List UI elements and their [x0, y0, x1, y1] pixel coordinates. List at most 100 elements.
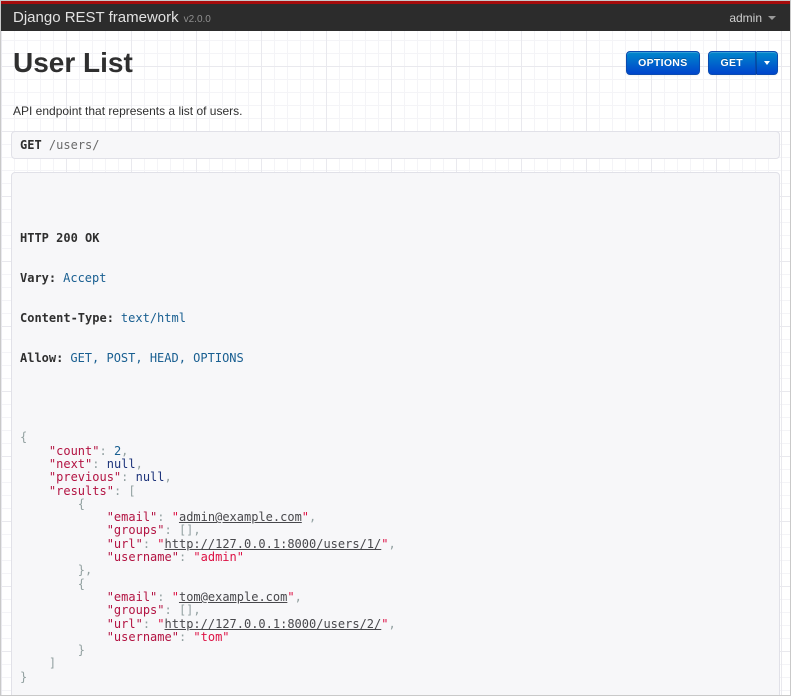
- json-token: "count": [48, 443, 100, 458]
- json-token: ,: [121, 443, 129, 458]
- json-token: :: [157, 510, 172, 525]
- json-token: "tom": [193, 629, 230, 644]
- json-link[interactable]: tom@example.com: [179, 590, 287, 604]
- json-token: }: [20, 669, 28, 684]
- main-content: User List OPTIONS GET API endpoint that …: [1, 47, 790, 695]
- json-token: :: [142, 616, 158, 631]
- json-token: ]: [48, 656, 57, 671]
- get-format-dropdown-button[interactable]: [756, 51, 778, 75]
- page-title: User List: [13, 47, 133, 78]
- navbar: Django REST framework v2.0.0 admin: [1, 1, 790, 31]
- json-token: ,: [388, 616, 396, 631]
- brand-version: v2.0.0: [183, 14, 211, 25]
- json-token: ,: [309, 510, 317, 525]
- json-token: :: [157, 589, 172, 604]
- json-token: ": [287, 589, 295, 604]
- caret-down-icon: [764, 61, 770, 65]
- get-button[interactable]: GET: [707, 51, 756, 75]
- json-token: :: [113, 483, 129, 498]
- header-buttons: OPTIONS GET: [626, 51, 778, 75]
- request-line: GET /users/: [11, 131, 780, 159]
- json-token: ": [157, 536, 165, 551]
- json-token: "previous": [48, 470, 122, 485]
- json-token: :: [164, 603, 179, 618]
- brand[interactable]: Django REST framework v2.0.0: [13, 9, 211, 26]
- json-token: "username": [106, 629, 179, 644]
- json-token: {: [20, 430, 28, 445]
- json-token: ": [171, 510, 179, 525]
- response-status-line: HTTP 200 OK: [20, 231, 100, 246]
- json-link[interactable]: http://127.0.0.1:8000/users/1/: [165, 537, 382, 551]
- json-token: ,: [294, 589, 302, 604]
- json-token: ": [171, 589, 179, 604]
- user-menu-label: admin: [729, 10, 762, 25]
- response-header-line: Content-Type: text/html: [20, 310, 186, 325]
- json-token: []: [178, 523, 194, 538]
- request-method: GET: [20, 138, 42, 152]
- json-link[interactable]: admin@example.com: [179, 510, 302, 524]
- json-token: :: [92, 456, 107, 471]
- json-token: "email": [106, 589, 158, 604]
- json-token: "next": [48, 456, 93, 471]
- json-token: ": [301, 510, 310, 525]
- json-token: "email": [106, 510, 158, 525]
- json-token: "results": [48, 483, 114, 498]
- response-body: { "count": 2, "next": null, "previous": …: [20, 431, 771, 684]
- json-token: "username": [106, 550, 179, 565]
- json-token: :: [142, 536, 158, 551]
- json-token: "groups": [106, 603, 165, 618]
- options-button[interactable]: OPTIONS: [626, 51, 700, 75]
- json-token: []: [178, 603, 194, 618]
- json-token: ,: [164, 470, 172, 485]
- json-token: }: [77, 643, 86, 658]
- json-token: :: [178, 629, 194, 644]
- brand-title: Django REST framework: [13, 9, 179, 26]
- json-token: "admin": [193, 550, 244, 565]
- json-token: ": [157, 616, 165, 631]
- json-token: },: [77, 563, 93, 578]
- json-token: ,: [193, 603, 201, 618]
- caret-down-icon: [768, 15, 776, 20]
- json-token: :: [121, 470, 136, 485]
- json-token: :: [178, 550, 194, 565]
- response-header-line: Allow: GET, POST, HEAD, OPTIONS: [20, 350, 244, 365]
- page-header: User List OPTIONS GET: [13, 47, 778, 79]
- json-token: {: [77, 576, 86, 591]
- json-link[interactable]: http://127.0.0.1:8000/users/2/: [165, 617, 382, 631]
- endpoint-description: API endpoint that represents a list of u…: [13, 104, 243, 118]
- json-token: "url": [106, 536, 143, 551]
- json-token: null: [106, 456, 136, 471]
- json-token: {: [77, 496, 86, 511]
- json-token: null: [135, 470, 165, 485]
- json-token: :: [99, 443, 114, 458]
- json-token: ,: [193, 523, 201, 538]
- page: Django REST framework v2.0.0 admin User L…: [0, 0, 791, 696]
- get-button-group: GET: [707, 51, 778, 75]
- response-panel: HTTP 200 OK Vary: Accept Content-Type: tex…: [11, 172, 780, 695]
- json-token: [: [128, 483, 136, 498]
- user-menu-dropdown[interactable]: admin: [729, 11, 776, 25]
- response-meta: HTTP 200 OK Vary: Accept Content-Type: tex…: [20, 206, 771, 392]
- json-token: ,: [135, 456, 143, 471]
- json-token: "groups": [106, 523, 165, 538]
- json-token: :: [164, 523, 179, 538]
- request-path: /users/: [48, 138, 100, 152]
- json-token: ,: [388, 536, 396, 551]
- response-header-line: Vary: Accept: [20, 271, 107, 286]
